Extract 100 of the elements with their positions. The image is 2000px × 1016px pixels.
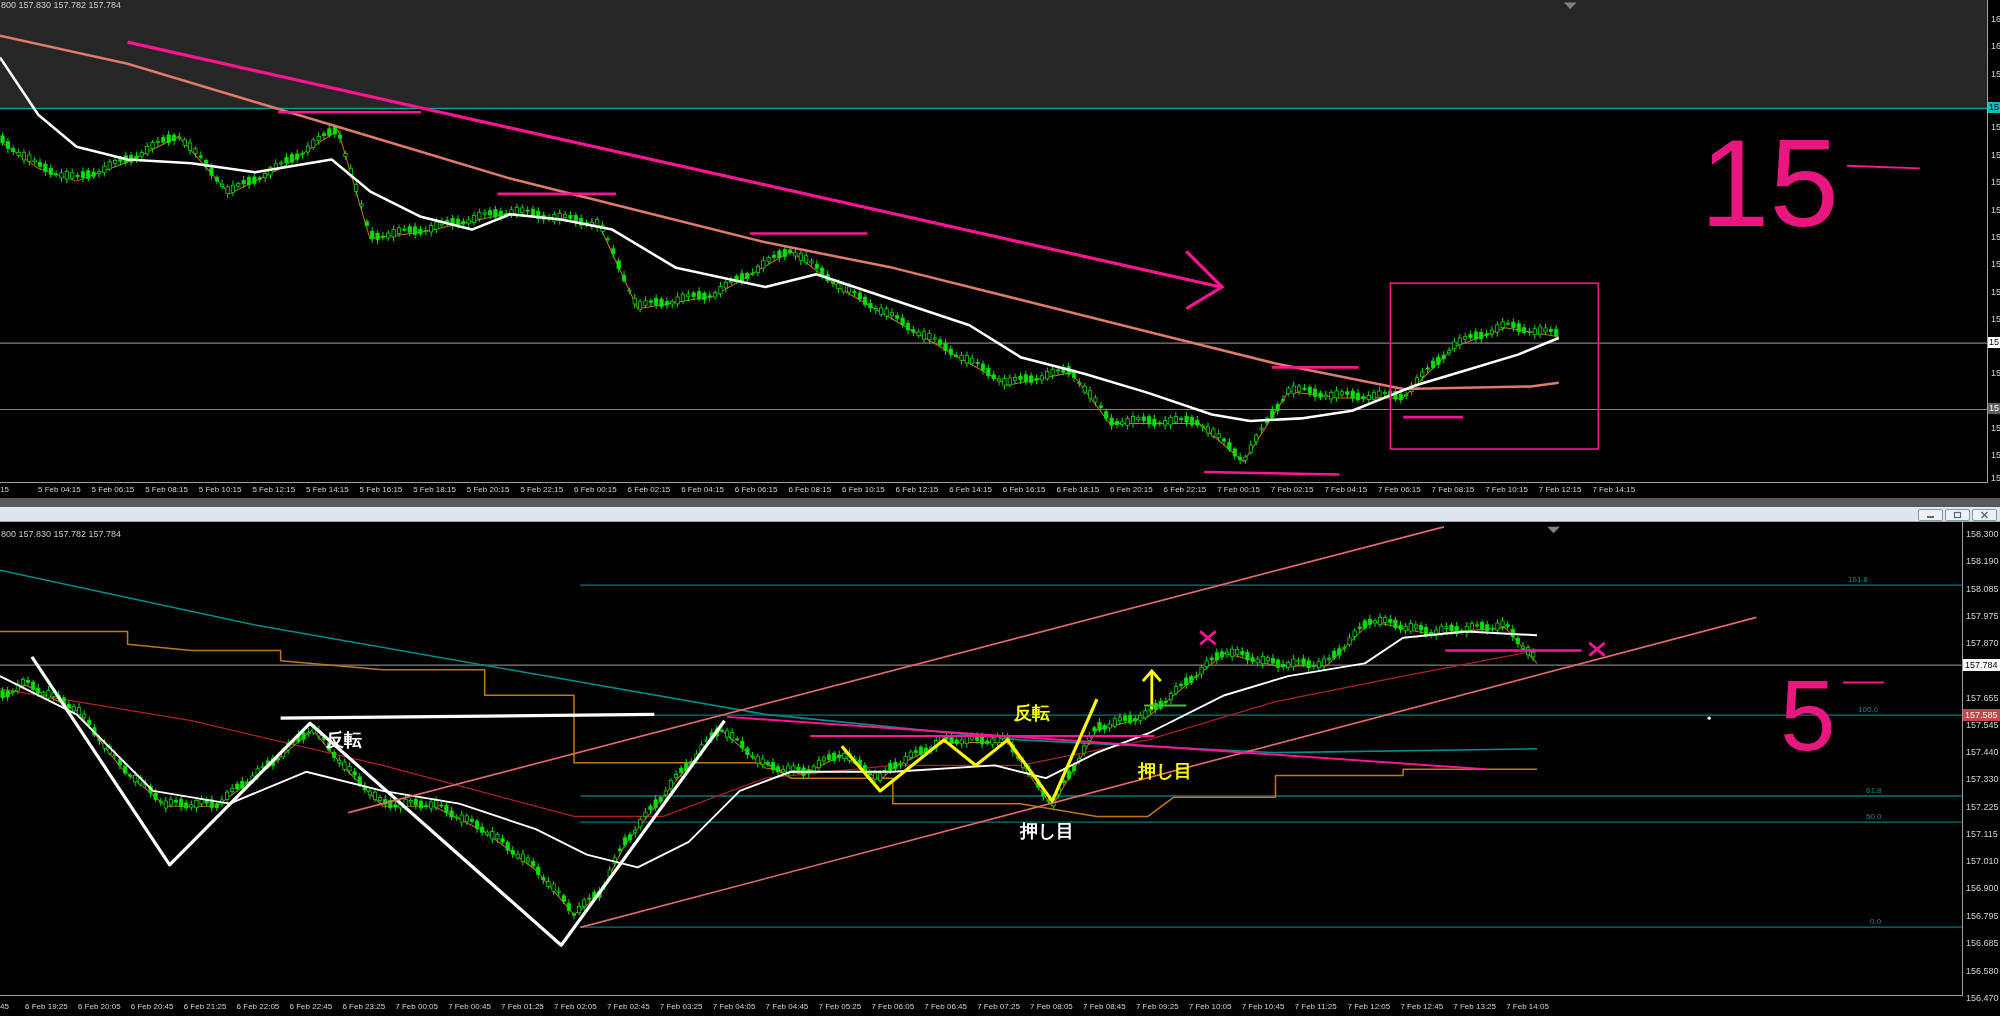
time-axis-label: 7 Feb 08:15 bbox=[1431, 486, 1475, 494]
time-axis-label: 7 Feb 13:25 bbox=[1453, 1003, 1496, 1011]
time-axis-label: 7 Feb 14:05 bbox=[1506, 1003, 1549, 1011]
time-axis-label: 7 Feb 02:05 bbox=[554, 1003, 597, 1011]
dot-marker bbox=[1707, 716, 1711, 720]
time-axis-label: 6 Feb 14:15 bbox=[949, 486, 992, 494]
time-axis-label: 6 Feb 20:45 bbox=[130, 1003, 174, 1011]
minimize-button[interactable] bbox=[1918, 509, 1943, 521]
time-axis-label: 5 Feb 10:15 bbox=[198, 486, 242, 494]
time-axis-label: 6 Feb 16:15 bbox=[1002, 486, 1046, 494]
handwritten-note: 15 bbox=[1700, 120, 1840, 245]
horizontal-line bbox=[1143, 704, 1188, 707]
price-axis-label: 15 bbox=[1991, 123, 2000, 132]
chart-annotation: 押し目 bbox=[1020, 822, 1074, 840]
ink-stroke bbox=[1842, 681, 1885, 684]
time-axis-label: 7 Feb 14:15 bbox=[1592, 486, 1636, 494]
price-axis-label: 158.190 bbox=[1966, 557, 1999, 566]
price-axis-label: 157.975 bbox=[1966, 612, 1999, 621]
price-axis-label: 156.580 bbox=[1966, 967, 1999, 976]
price-axis-label: 15 bbox=[1991, 474, 2000, 483]
time-axis-label: 7 Feb 03:25 bbox=[659, 1003, 703, 1011]
horizontal-line bbox=[1403, 415, 1464, 419]
time-axis-label: 7 Feb 10:05 bbox=[1188, 1003, 1232, 1011]
time-axis-label: 5 Feb 22:15 bbox=[520, 486, 564, 494]
price-axis-label: 16 bbox=[1991, 15, 2000, 24]
fibonacci-level-label: 161.8 bbox=[1848, 575, 1869, 584]
ohlc-header: 800 157.830 157.782 157.784 bbox=[1, 530, 122, 539]
time-axis-label: 7 Feb 02:15 bbox=[1270, 486, 1314, 494]
time-axis-label: 7 Feb 04:05 bbox=[712, 1003, 756, 1011]
price-axis-label: 157.330 bbox=[1966, 775, 1999, 784]
fibonacci-level-label: 0.0 bbox=[1870, 918, 1882, 927]
time-axis-label: 6 Feb 19:25 bbox=[25, 1003, 68, 1011]
price-axis-label: 15 bbox=[1991, 151, 2000, 160]
price-tag: 15 bbox=[1988, 102, 2000, 113]
price-axis-label: 15 bbox=[1991, 178, 2000, 187]
time-axis-label: 7 Feb 05:25 bbox=[818, 1003, 862, 1011]
fibonacci-level-label: 100.0 bbox=[1858, 706, 1879, 715]
handwritten-note: 5 bbox=[1780, 665, 1836, 765]
price-axis-label: 15 bbox=[1991, 288, 2000, 297]
close-button[interactable] bbox=[1972, 509, 1997, 521]
time-axis-label: 7 Feb 10:15 bbox=[1485, 486, 1528, 494]
shift-marker-icon bbox=[1547, 526, 1560, 534]
price-tag: 157.784 bbox=[1963, 659, 2000, 671]
time-axis-label: 6 Feb 23:25 bbox=[342, 1003, 386, 1011]
time-axis-label: 7 Feb 06:15 bbox=[1378, 486, 1421, 494]
up-arrow-drawing bbox=[1141, 668, 1162, 710]
price-axis-label: 157.870 bbox=[1966, 639, 1999, 648]
time-axis-label: 45 bbox=[0, 1003, 9, 1011]
time-axis-label: 6 Feb 22:05 bbox=[236, 1003, 280, 1011]
time-axis-label: 7 Feb 06:45 bbox=[924, 1003, 967, 1011]
price-axis-label: 157.655 bbox=[1966, 694, 1999, 703]
time-axis-label: 7 Feb 07:25 bbox=[977, 1003, 1020, 1011]
time-axis-label: 7 Feb 00:15 bbox=[1217, 486, 1260, 494]
price-axis-label: 158.300 bbox=[1966, 530, 1999, 539]
price-axis-label: 15 bbox=[1991, 70, 2000, 79]
time-axis-label: 7 Feb 08:45 bbox=[1083, 1003, 1126, 1011]
time-axis-label: 6 Feb 22:45 bbox=[289, 1003, 333, 1011]
chart-annotation: 反転 bbox=[1014, 704, 1050, 722]
time-axis-label: 6 Feb 20:15 bbox=[1110, 486, 1153, 494]
price-axis-label: 15 bbox=[1991, 369, 2000, 378]
time-axis-label: 6 Feb 12:15 bbox=[895, 486, 939, 494]
time-axis-label: 6 Feb 00:15 bbox=[574, 486, 617, 494]
restore-icon bbox=[1953, 511, 1962, 519]
time-axis-label: 5 Feb 14:15 bbox=[306, 486, 349, 494]
time-axis-label: 7 Feb 12:05 bbox=[1347, 1003, 1391, 1011]
price-axis-label: 156.795 bbox=[1966, 912, 1999, 921]
fibonacci-level-label: 50.0 bbox=[1866, 813, 1882, 822]
time-axis-label: 5 Feb 04:15 bbox=[38, 486, 81, 494]
time-axis-label: 5 Feb 16:15 bbox=[359, 486, 403, 494]
time-axis-label: 6 Feb 20:05 bbox=[77, 1003, 121, 1011]
time-axis-label: 7 Feb 11:25 bbox=[1294, 1003, 1337, 1011]
price-axis-label: 15 bbox=[1991, 315, 2000, 324]
time-axis-label: 7 Feb 06:05 bbox=[871, 1003, 915, 1011]
time-axis-label: 5 Feb 06:15 bbox=[91, 486, 135, 494]
price-axis-label: 157.440 bbox=[1966, 748, 1999, 757]
fibonacci-level-label: 61.8 bbox=[1866, 786, 1882, 795]
time-axis-label: 6 Feb 18:15 bbox=[1056, 486, 1100, 494]
price-axis-label: 15 bbox=[1991, 206, 2000, 215]
time-axis-label: 6 Feb 04:15 bbox=[681, 486, 724, 494]
time-axis-label: 7 Feb 00:45 bbox=[448, 1003, 491, 1011]
price-tag: 15 bbox=[1988, 337, 2000, 348]
time-axis-label: 6 Feb 02:15 bbox=[627, 486, 671, 494]
time-axis-label: 6 Feb 10:15 bbox=[842, 486, 885, 494]
time-axis-label: 7 Feb 12:15 bbox=[1538, 486, 1582, 494]
price-axis-label: 157.545 bbox=[1966, 721, 1999, 730]
close-icon bbox=[1980, 511, 1989, 519]
time-axis-label: 6 Feb 22:15 bbox=[1163, 486, 1207, 494]
time-axis-label: 7 Feb 04:15 bbox=[1324, 486, 1368, 494]
price-axis-label: 156.470 bbox=[1966, 994, 1999, 1003]
restore-button[interactable] bbox=[1945, 509, 1970, 521]
time-axis-label: 7 Feb 01:25 bbox=[501, 1003, 544, 1011]
price-tag: 15 bbox=[1988, 403, 2000, 414]
price-axis-label: 15 bbox=[1991, 451, 2000, 460]
price-axis-label: 156.685 bbox=[1966, 939, 1999, 948]
cross-mark-drawing bbox=[1198, 630, 1217, 646]
price-axis-label: 157.115 bbox=[1966, 830, 1998, 839]
price-tag: 157.585 bbox=[1963, 709, 2000, 721]
shift-marker-icon bbox=[1563, 2, 1577, 9]
time-axis-label: 5 Feb 18:15 bbox=[413, 486, 456, 494]
time-axis-label: 6 Feb 21:25 bbox=[183, 1003, 227, 1011]
